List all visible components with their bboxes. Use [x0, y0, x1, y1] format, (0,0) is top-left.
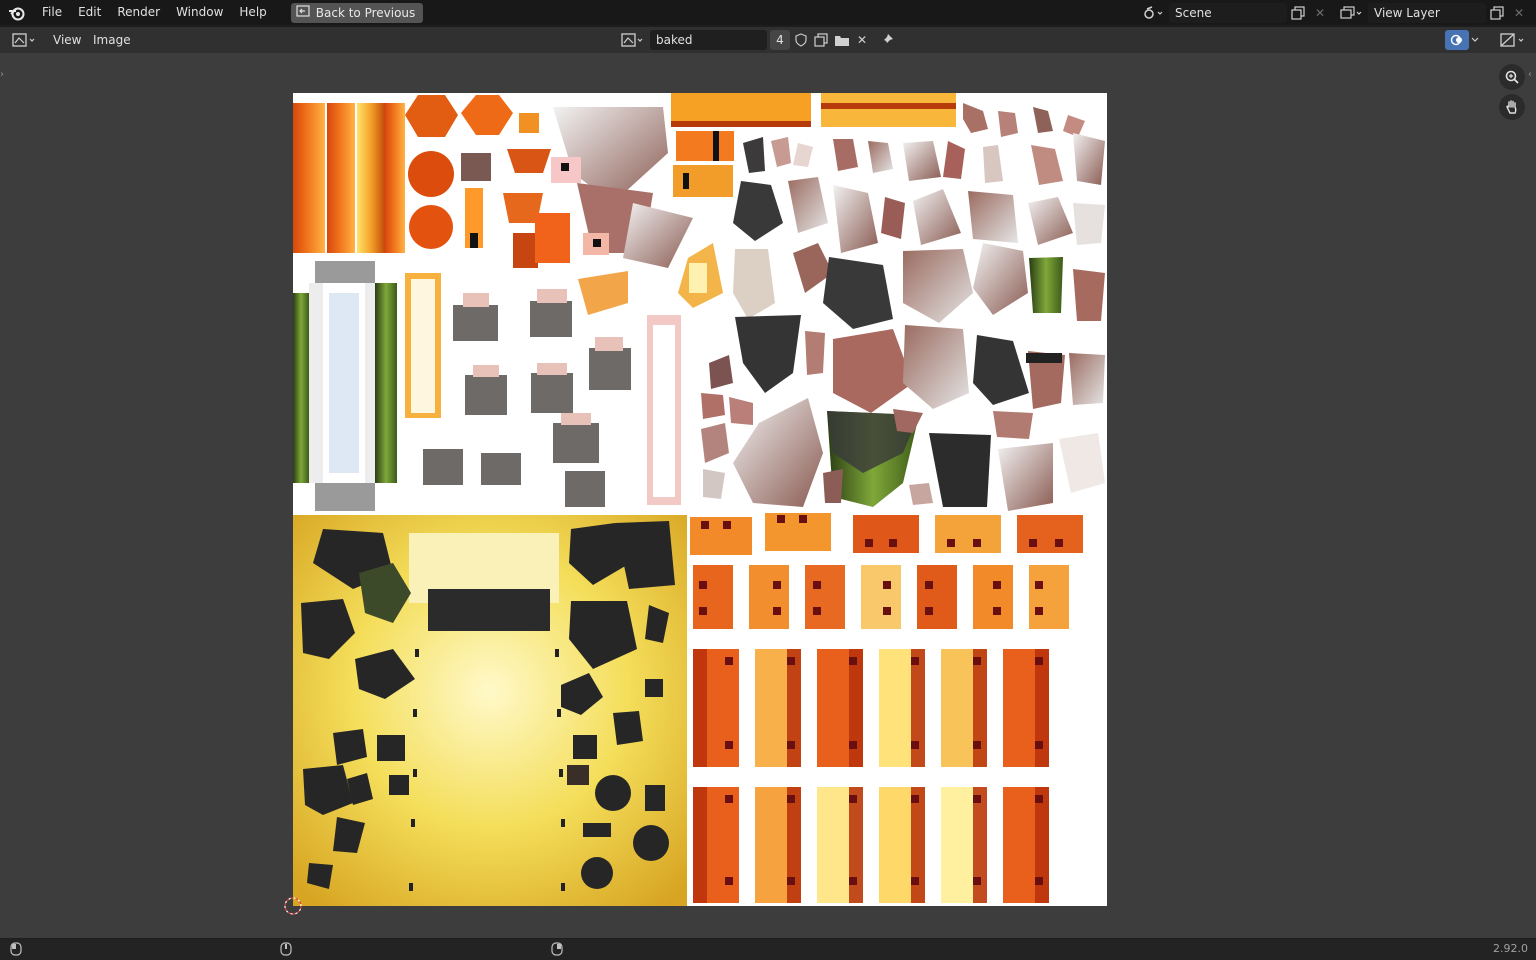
menu-file[interactable]: File: [34, 0, 70, 25]
status-bar: 2.92.0: [0, 939, 1536, 960]
delete-view-layer-icon[interactable]: ✕: [1508, 3, 1530, 23]
image-editor-header: View Image baked 4 ✕: [0, 27, 1536, 53]
menu-help[interactable]: Help: [231, 0, 274, 25]
editor-type-icon[interactable]: [9, 30, 39, 50]
menu-image[interactable]: Image: [85, 27, 139, 53]
menu-render[interactable]: Render: [109, 0, 168, 25]
menu-window[interactable]: Window: [168, 0, 231, 25]
overlays-icon[interactable]: [1445, 30, 1469, 50]
new-view-layer-icon[interactable]: [1486, 3, 1508, 23]
back-to-previous-label: Back to Previous: [315, 5, 416, 20]
sidebar-expand-icon[interactable]: ‹: [1528, 69, 1536, 81]
image-viewport[interactable]: › ‹: [0, 53, 1536, 938]
2d-cursor-icon[interactable]: [283, 896, 303, 916]
scene-name-field[interactable]: Scene: [1169, 2, 1287, 23]
image-name-field[interactable]: baked: [650, 30, 767, 50]
scene-selector: Scene ✕: [1139, 2, 1331, 23]
back-to-previous-button[interactable]: Back to Previous: [290, 2, 424, 23]
new-scene-icon[interactable]: [1287, 3, 1309, 23]
mouse-left-icon: [10, 942, 22, 959]
scene-icon[interactable]: [1139, 3, 1169, 23]
menu-view[interactable]: View: [45, 27, 89, 53]
view-layer-icon[interactable]: [1336, 3, 1368, 23]
view-layer-selector: View Layer ✕: [1336, 2, 1530, 23]
open-image-folder-icon[interactable]: [831, 30, 853, 50]
view-layer-name-field[interactable]: View Layer: [1368, 2, 1486, 23]
fake-user-shield-icon[interactable]: [790, 30, 812, 50]
baked-texture-image: [293, 93, 1107, 906]
menu-edit[interactable]: Edit: [70, 0, 109, 25]
version-label: 2.92.0: [1493, 942, 1528, 955]
image-users-count[interactable]: 4: [770, 30, 790, 50]
pin-icon[interactable]: [876, 30, 898, 50]
display-channels-icon[interactable]: [1496, 30, 1530, 50]
mouse-right-icon: [551, 942, 563, 959]
unlink-image-icon[interactable]: ✕: [851, 30, 873, 50]
delete-scene-icon[interactable]: ✕: [1309, 3, 1331, 23]
toolbar-expand-icon[interactable]: ›: [0, 69, 8, 81]
overlays-dropdown-icon[interactable]: [1468, 30, 1482, 50]
hand-icon[interactable]: [1499, 94, 1525, 120]
blender-logo-icon[interactable]: [0, 0, 34, 25]
mouse-middle-icon: [280, 942, 292, 959]
image-browse-icon[interactable]: [619, 30, 647, 50]
new-image-icon[interactable]: [810, 30, 832, 50]
zoom-icon[interactable]: [1499, 64, 1525, 90]
top-bar: File Edit Render Window Help Back to Pre…: [0, 0, 1536, 25]
back-icon: [296, 5, 310, 20]
